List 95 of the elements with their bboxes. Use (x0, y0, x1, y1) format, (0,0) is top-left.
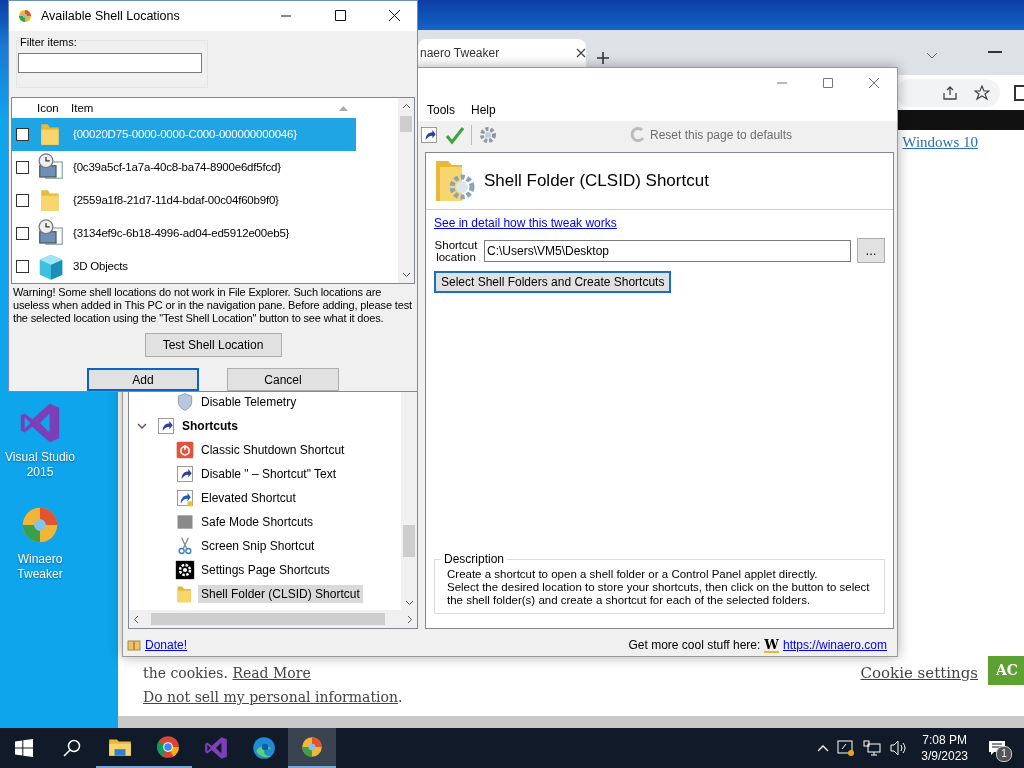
list-row[interactable]: {3134ef9c-6b18-4996-ad04-ed5912e00eb5} (12, 216, 356, 250)
gear-icon[interactable] (478, 125, 498, 145)
group-title: Description (441, 552, 508, 566)
dialog-button[interactable]: Add (87, 368, 199, 391)
sync-icon[interactable] (837, 739, 856, 757)
checkbox[interactable] (16, 193, 29, 207)
share-icon[interactable] (942, 84, 958, 101)
chevron-up-icon[interactable] (817, 744, 830, 752)
chrome-icon (155, 734, 181, 760)
undo-icon (630, 126, 646, 144)
read-more-link[interactable]: Read More (232, 665, 311, 681)
donate-link[interactable]: Donate! (145, 638, 188, 652)
list-row[interactable]: {2559a1f8-21d7-11d4-bdaf-00c04f60b9f0} (12, 183, 356, 217)
scrollbar-thumb[interactable] (403, 525, 415, 557)
tree-item[interactable]: Disable Telemetry (198, 393, 300, 411)
tree-item[interactable]: Elevated Shortcut (198, 489, 299, 507)
taskbar-app[interactable] (288, 728, 336, 768)
menu-item[interactable]: Tools (421, 100, 461, 119)
shortcut-location-field[interactable]: C:\Users\VM5\Desktop (484, 239, 851, 262)
scrollbar-thumb[interactable] (151, 613, 385, 625)
test-location-button[interactable]: Test Shell Location (144, 333, 282, 357)
list-row[interactable]: {0c39a5cf-1a7a-40c8-ba74-8900e6df5fcd} (12, 150, 356, 184)
square-icon (175, 512, 195, 532)
close-icon[interactable] (388, 10, 400, 22)
search-icon (63, 739, 81, 757)
scrollbar[interactable] (118, 716, 1024, 728)
expand-chevron-icon[interactable] (137, 421, 147, 431)
star-icon[interactable] (974, 84, 990, 101)
network-icon[interactable] (863, 739, 882, 757)
promo-text: Get more cool stuff here: (628, 638, 761, 652)
checkmark-icon[interactable] (445, 125, 465, 145)
dialog-button[interactable]: Cancel (227, 368, 339, 391)
checkbox[interactable] (16, 127, 29, 141)
notification-badge: 1 (996, 746, 1012, 762)
scroll-down-icon[interactable] (401, 270, 411, 280)
tree-item[interactable]: Safe Mode Shortcuts (198, 513, 317, 531)
clock[interactable]: 7:08 PM 3/9/2023 (921, 732, 968, 764)
speaker-icon[interactable] (889, 739, 908, 757)
browser-tab[interactable]: naero Tweaker (418, 39, 586, 67)
warning-text: Warning! Some shell locations do not work in File Explorer. Such locations are useless when added in This PC or in the navigation pane. Before adding, please test the selected location using the "Test Shell Location" button to see what it does. (13, 286, 413, 326)
window-title: Available Shell Locations (41, 8, 181, 23)
description-text: Select the desired location to store your shortcuts, then click on the button to select the shell folder(s) and create a shortcut for each of the selected folders. (447, 581, 871, 607)
tree-item[interactable]: Screen Snip Shortcut (198, 537, 318, 555)
checkbox[interactable] (16, 259, 29, 273)
sort-arrow-icon (339, 104, 348, 111)
page-title: Shell Folder (CLSID) Shortcut (484, 171, 709, 191)
list-item-text: {3134ef9c-6b18-4996-ad04-ed5912e00eb5} (73, 227, 290, 240)
details-link[interactable]: See in detail how this tweak works (434, 216, 885, 230)
field-label: Shortcut location (434, 238, 478, 263)
article-link[interactable]: Windows 10 (902, 134, 978, 151)
scroll-up-icon[interactable] (401, 101, 411, 111)
cookie-settings-link[interactable]: Cookie settings (860, 664, 978, 682)
address-bar[interactable] (896, 78, 1000, 107)
gear-icon (175, 560, 195, 580)
description-text: Create a shortcut to open a shell folder or a Control Panel applet directly. (447, 568, 819, 581)
website-link[interactable]: https://winaero.com (782, 638, 887, 652)
create-shortcuts-button[interactable]: Select Shell Folders and Create Shortcuts (434, 271, 672, 293)
list-row[interactable]: 3D Objects (12, 249, 356, 283)
winaero-logo: W (764, 637, 779, 653)
filter-field[interactable] (18, 52, 202, 73)
privacy-link[interactable]: Do not sell my personal information (143, 689, 398, 705)
checkbox[interactable] (16, 160, 29, 174)
winaero-icon (299, 734, 325, 760)
shield-icon (175, 392, 195, 412)
new-tab-icon[interactable] (596, 51, 610, 65)
donate-icon (127, 638, 141, 652)
checkbox[interactable] (16, 226, 29, 240)
column-header[interactable]: Item (71, 101, 339, 114)
scroll-left-icon[interactable] (132, 614, 141, 624)
scrollbar-thumb[interactable] (400, 115, 412, 132)
tree-item[interactable]: Shell Folder (CLSID) Shortcut (198, 585, 363, 603)
list-item-text: 3D Objects (73, 260, 128, 273)
tree-item[interactable]: Disable " – Shortcut" Text (198, 465, 340, 483)
menu-item[interactable]: Help (465, 100, 502, 119)
scroll-right-icon[interactable] (405, 614, 414, 624)
windows-logo-icon (15, 739, 33, 757)
field-label: Filter items: (20, 35, 79, 48)
cookie-notice: the cookies. Read More (143, 664, 312, 682)
notification-button[interactable]: 1 (982, 733, 1012, 763)
privacy-notice: Do not sell my personal information. (143, 688, 404, 706)
list-item-text: {00020D75-0000-0000-C000-000000000046} (73, 128, 297, 141)
browse-button[interactable]: ... (857, 238, 885, 263)
list-item-text: {0c39a5cf-1a7a-40c8-ba74-8900e6df5fcd} (73, 161, 281, 174)
winaero-icon (17, 7, 33, 24)
visual-studio-icon (203, 735, 229, 761)
edge-icon (251, 735, 277, 761)
tree-item[interactable]: Shortcuts (179, 417, 241, 435)
tree-item[interactable]: Classic Shutdown Shortcut (198, 441, 348, 459)
power-icon (175, 440, 195, 460)
list-item-text: {2559a1f8-21d7-11d4-bdaf-00c04f60b9f0} (73, 194, 279, 207)
column-header[interactable]: Icon (37, 101, 71, 114)
close-icon[interactable] (576, 48, 586, 58)
maximize-icon[interactable] (334, 10, 346, 22)
tree-item[interactable]: Settings Page Shortcuts (198, 561, 333, 579)
scroll-down-icon[interactable] (404, 598, 414, 607)
